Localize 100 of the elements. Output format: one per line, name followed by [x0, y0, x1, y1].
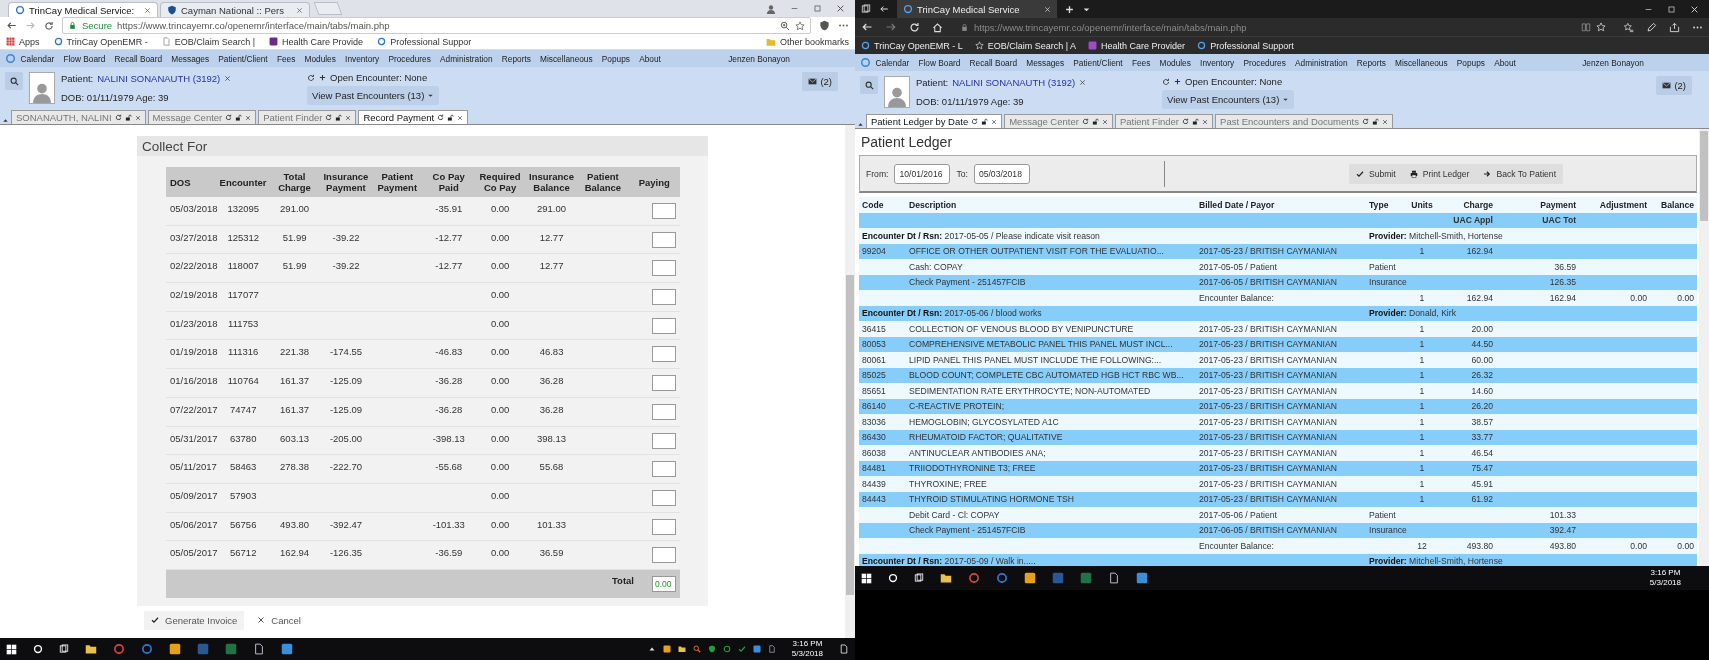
close-tab-icon[interactable]: [245, 114, 252, 121]
refresh-icon[interactable]: [325, 114, 333, 121]
paying-input[interactable]: [652, 317, 676, 334]
refresh-icon[interactable]: [307, 73, 315, 82]
close-tab-icon[interactable]: [296, 6, 303, 14]
pen-icon[interactable]: [1646, 21, 1657, 33]
app-tab[interactable]: Message Center: [147, 110, 257, 124]
start-icon[interactable]: [861, 572, 872, 584]
menu-item[interactable]: Messages: [1021, 57, 1069, 68]
cancel-button[interactable]: Cancel: [250, 610, 308, 630]
maximize-icon[interactable]: [1667, 4, 1676, 14]
from-date-field[interactable]: 10/01/2016: [894, 163, 951, 184]
menu-item[interactable]: Miscellaneous: [535, 53, 598, 64]
reading-view-icon[interactable]: [1581, 22, 1591, 32]
app-tab[interactable]: Record Payment: [358, 110, 469, 124]
bookmark-link[interactable]: EOB/Claim Search |: [174, 36, 256, 47]
refresh-icon[interactable]: [1182, 118, 1190, 125]
messages-button[interactable]: (2): [802, 72, 838, 91]
past-encounters-button[interactable]: View Past Encounters (13): [1162, 90, 1295, 109]
user-name[interactable]: Jenzen Bonayon: [1577, 57, 1704, 68]
paying-input[interactable]: [652, 461, 676, 478]
paying-input[interactable]: [652, 289, 676, 306]
paying-input[interactable]: [652, 231, 676, 248]
paying-input[interactable]: [652, 547, 676, 564]
refresh-icon[interactable]: [971, 118, 979, 125]
menu-item[interactable]: Fees: [272, 53, 300, 64]
browser-tab[interactable]: Cayman National :: Pers: [160, 2, 310, 17]
user-name[interactable]: Jenzen Bonayon: [723, 53, 850, 64]
search-button[interactable]: [860, 76, 878, 94]
patient-name-link[interactable]: NALINI SONANAUTH (3192): [952, 77, 1076, 88]
clock[interactable]: 3:16 PM 5/3/2018: [1649, 568, 1681, 588]
app-tab[interactable]: Patient Ledger by Date: [866, 114, 1003, 128]
paying-input[interactable]: [652, 260, 676, 277]
print-ledger-button[interactable]: Print Ledger: [1402, 163, 1477, 184]
favorite-link[interactable]: EOB/Claim Search | A: [987, 40, 1077, 51]
refresh-icon[interactable]: [114, 114, 122, 121]
paying-input[interactable]: [652, 403, 676, 420]
submit-button[interactable]: Submit: [1348, 163, 1403, 184]
zoom-icon[interactable]: [780, 20, 790, 31]
task-view-icon[interactable]: [59, 644, 69, 654]
taskbar-app-icon[interactable]: [253, 643, 265, 655]
cortana-icon[interactable]: [33, 644, 43, 654]
paying-input[interactable]: [652, 432, 676, 449]
refresh-icon[interactable]: [225, 114, 233, 121]
menu-item[interactable]: Inventory: [1195, 57, 1239, 68]
menu-item[interactable]: Patient/Client: [213, 53, 273, 64]
favorite-link[interactable]: Health Care Provider: [1101, 40, 1186, 51]
past-encounters-button[interactable]: View Past Encounters (13): [307, 86, 440, 105]
total-input[interactable]: 0.00: [652, 575, 676, 592]
paying-input[interactable]: [652, 203, 676, 219]
close-tab-icon[interactable]: [457, 114, 464, 121]
menu-item[interactable]: Flow Board: [913, 57, 965, 68]
menu-item[interactable]: Popups: [1452, 57, 1490, 68]
unlock-icon[interactable]: [235, 114, 243, 121]
patient-name-link[interactable]: NALINI SONANAUTH (3192): [97, 73, 221, 84]
menu-item[interactable]: Fees: [1127, 57, 1155, 68]
back-icon[interactable]: [6, 20, 17, 31]
taskbar-app-icon[interactable]: [1024, 572, 1036, 584]
back-to-patient-button[interactable]: Back To Patient: [1476, 163, 1564, 184]
taskbar-app-icon[interactable]: [1108, 572, 1120, 584]
tab-set-icon[interactable]: [861, 4, 871, 14]
menu-item[interactable]: Recall Board: [965, 57, 1022, 68]
app-tab[interactable]: Patient Finder: [1114, 114, 1214, 128]
taskbar-app-icon[interactable]: [1136, 572, 1148, 584]
menu-item[interactable]: Calendar: [871, 57, 914, 68]
close-tab-icon[interactable]: [991, 118, 998, 125]
home-icon[interactable]: [932, 21, 943, 33]
favorite-link[interactable]: TrinCay OpenEMR - L: [874, 40, 963, 51]
app-tab[interactable]: Patient Finder: [258, 110, 357, 124]
other-bookmarks-link[interactable]: Other bookmarks: [779, 36, 849, 47]
paying-input[interactable]: [652, 518, 676, 535]
bookmark-star-icon[interactable]: [795, 20, 805, 31]
close-tab-icon[interactable]: [144, 6, 151, 14]
menu-item[interactable]: Modules: [1154, 57, 1196, 68]
close-tab-icon[interactable]: [1101, 118, 1108, 125]
refresh-icon[interactable]: [1361, 118, 1369, 125]
refresh-icon[interactable]: [1162, 77, 1170, 86]
profile-icon[interactable]: [766, 3, 776, 14]
shield-icon[interactable]: [819, 20, 830, 31]
forward-icon[interactable]: [885, 21, 897, 33]
close-tab-icon[interactable]: [1202, 118, 1209, 125]
plus-icon[interactable]: [319, 74, 326, 81]
bookmark-link[interactable]: Professional Suppor: [390, 36, 472, 47]
menu-item[interactable]: Reports: [1352, 57, 1391, 68]
apps-link[interactable]: Apps: [19, 36, 40, 47]
menu-item[interactable]: Administration: [1290, 57, 1353, 68]
unlock-icon[interactable]: [1091, 118, 1099, 125]
unlock-icon[interactable]: [1192, 118, 1200, 125]
paying-input[interactable]: [652, 346, 676, 363]
menu-item[interactable]: Inventory: [340, 53, 384, 64]
new-tab-icon[interactable]: [1065, 4, 1074, 14]
bookmark-link[interactable]: Health Care Provide: [282, 36, 364, 47]
app-tab[interactable]: Message Center: [1004, 114, 1113, 128]
close-tab-icon[interactable]: [134, 114, 141, 121]
menu-item[interactable]: About: [634, 53, 666, 64]
menu-item[interactable]: Recall Board: [110, 53, 167, 64]
favorite-link[interactable]: Professional Support: [1210, 40, 1294, 51]
close-tab-icon[interactable]: [1381, 118, 1388, 125]
taskbar-app-icon[interactable]: [281, 643, 293, 655]
search-button[interactable]: [5, 72, 23, 90]
